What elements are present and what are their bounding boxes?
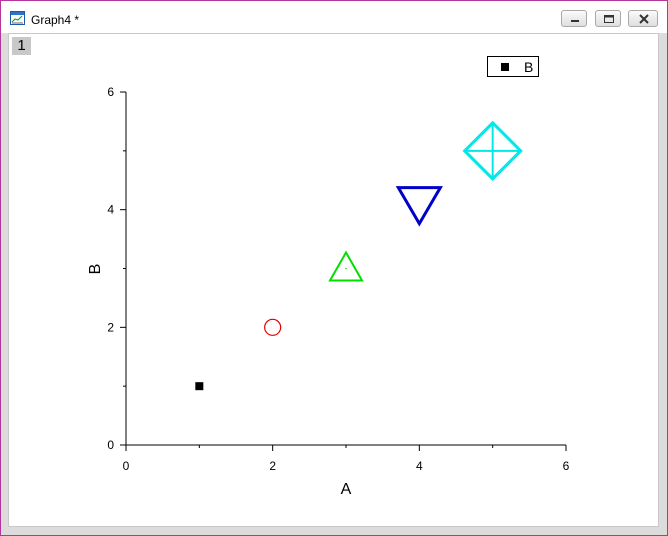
x-tick-label: 6 bbox=[563, 459, 570, 473]
plot-marks[interactable] bbox=[195, 120, 523, 391]
x-axis-label: A bbox=[341, 481, 352, 498]
x-tick-label: 2 bbox=[269, 459, 276, 473]
minimize-icon bbox=[571, 20, 579, 22]
data-point-triangle-down bbox=[395, 186, 443, 227]
restore-icon bbox=[604, 15, 614, 23]
data-point-diamond bbox=[462, 120, 523, 181]
y-tick-label: 2 bbox=[107, 320, 114, 334]
title-bar[interactable]: Graph4 * bbox=[1, 1, 667, 33]
window-title: Graph4 * bbox=[31, 13, 80, 27]
y-tick-label: 4 bbox=[107, 203, 114, 217]
x-tick-label: 4 bbox=[416, 459, 423, 473]
data-point-square bbox=[195, 382, 204, 391]
data-point-triangle-up bbox=[328, 250, 364, 282]
close-icon bbox=[639, 14, 649, 24]
legend-label: B bbox=[524, 59, 534, 75]
graph-page[interactable]: 1 02460246 A B B bbox=[8, 33, 659, 527]
legend[interactable]: B bbox=[487, 56, 539, 77]
y-tick-label: 0 bbox=[107, 438, 114, 452]
minimize-button[interactable] bbox=[561, 10, 587, 27]
scatter-plot[interactable]: 0 2 4 6 0 2 4 6 A B bbox=[9, 34, 660, 528]
y-axis-label: B bbox=[87, 264, 104, 275]
legend-symbol-filled-square bbox=[501, 63, 509, 71]
x-tick-label: 0 bbox=[123, 459, 130, 473]
restore-button[interactable] bbox=[595, 10, 621, 27]
plot-axes: 0 2 4 6 0 2 4 6 bbox=[107, 85, 569, 473]
triangle-up-outline bbox=[328, 250, 364, 282]
graph-window-icon[interactable] bbox=[10, 11, 25, 25]
graph-window: Graph4 * 1 02460246 A B B bbox=[0, 0, 668, 536]
close-button[interactable] bbox=[628, 10, 658, 27]
data-point-circle bbox=[264, 318, 282, 336]
y-tick-label: 6 bbox=[107, 85, 114, 99]
triangle-up-center bbox=[345, 267, 347, 270]
